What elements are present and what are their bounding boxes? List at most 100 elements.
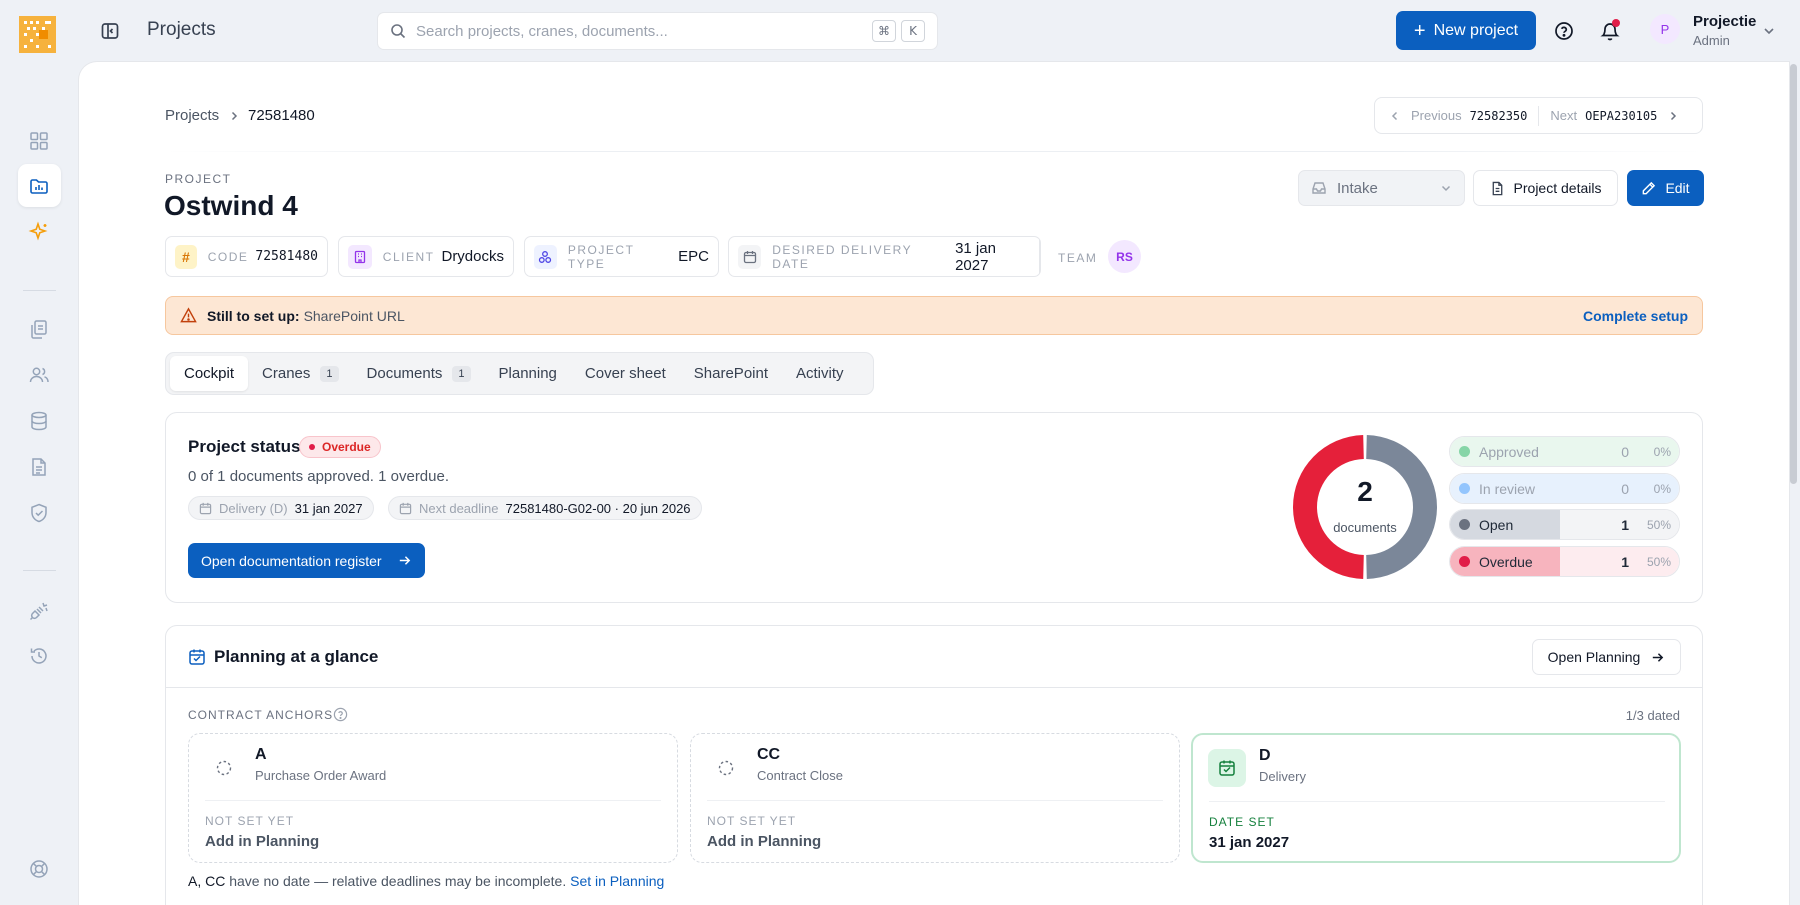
anchor-code: A (255, 746, 267, 763)
help-circle-icon[interactable] (333, 707, 348, 722)
shortcut-key-cmd: ⌘ (872, 20, 896, 42)
documents-stack-icon[interactable] (28, 318, 50, 340)
alert-title: Still to set up: (207, 307, 300, 324)
meta-code-label: CODE (207, 249, 249, 264)
next-deadline-chip: Next deadline 72581480-G02-00 · 20 jun 2… (388, 496, 702, 520)
meta-project-type: PROJECT TYPE EPC (524, 236, 719, 277)
history-icon[interactable] (28, 645, 50, 667)
scrollbar[interactable] (1790, 64, 1797, 484)
legend-percent: 0% (1653, 481, 1671, 496)
chevron-left-icon (1391, 111, 1398, 120)
tab-activity[interactable]: Activity (782, 356, 858, 391)
anchors-dated-count: 1/3 dated (1625, 708, 1680, 723)
team-member-avatar[interactable]: RS (1108, 240, 1141, 273)
tab-cover-sheet[interactable]: Cover sheet (571, 356, 680, 391)
tab-cockpit[interactable]: Cockpit (170, 356, 249, 391)
anchor-card-d[interactable]: D Delivery DATE SET 31 jan 2027 (1191, 733, 1681, 863)
calendar-icon (738, 244, 762, 269)
edit-label: Edit (1665, 180, 1690, 196)
anchor-name: Purchase Order Award (255, 768, 387, 783)
legend-row-overdue[interactable]: Overdue 1 50% (1449, 546, 1680, 577)
open-documentation-register-button[interactable]: Open documentation register (188, 543, 425, 578)
sidebar-toggle-icon[interactable] (100, 21, 120, 41)
project-details-label: Project details (1513, 180, 1602, 196)
delivery-chip-value: 31 jan 2027 (294, 500, 363, 516)
next-project-link[interactable]: Next OEPA230105 (1550, 108, 1679, 123)
search-icon (391, 24, 406, 39)
legend-row-open[interactable]: Open 1 50% (1449, 509, 1680, 540)
tab-count-badge: 1 (452, 365, 471, 382)
project-details-button[interactable]: Project details (1473, 170, 1618, 206)
new-project-button[interactable]: + New project (1396, 11, 1536, 50)
help-icon[interactable] (1554, 21, 1574, 41)
new-project-label: New project (1433, 21, 1519, 39)
document-icon (1492, 181, 1502, 195)
inbox-icon (1312, 182, 1326, 194)
legend-dot (1459, 483, 1470, 494)
donut-total: 2 (1357, 476, 1373, 507)
chevron-down-icon[interactable] (1762, 24, 1776, 38)
project-name: Ostwind 4 (164, 190, 298, 221)
projects-folder-icon[interactable] (28, 175, 50, 197)
complete-setup-link[interactable]: Complete setup (1583, 308, 1688, 324)
anchor-code: D (1259, 747, 1271, 764)
overdue-badge-label: Overdue (322, 440, 371, 454)
legend-name: In review (1479, 480, 1536, 497)
plus-icon: + (1413, 19, 1426, 42)
meta-type-label: PROJECT TYPE (567, 242, 635, 271)
contract-anchors-label: CONTRACT ANCHORS (188, 708, 334, 722)
status-dot (309, 444, 315, 450)
anchor-card-cc[interactable]: CC Contract Close NOT SET YET Add in Pla… (690, 733, 1180, 863)
alert-text: SharePoint URL (303, 307, 405, 324)
dashed-circle-icon (707, 749, 745, 787)
project-eyebrow: PROJECT (165, 172, 232, 186)
building-icon (348, 244, 372, 269)
tab-label: Documents (366, 365, 443, 382)
planning-note: A, CC have no date — relative deadlines … (188, 873, 664, 889)
file-text-icon[interactable] (28, 456, 50, 478)
tab-documents[interactable]: Documents 1 (353, 356, 485, 391)
anchor-divider (707, 800, 1163, 801)
project-status-select[interactable]: Intake (1298, 170, 1465, 206)
plug-icon[interactable] (28, 600, 50, 622)
user-avatar[interactable]: P (1650, 14, 1680, 44)
edit-button[interactable]: Edit (1627, 170, 1704, 206)
legend-dot (1459, 556, 1470, 567)
shield-check-icon[interactable] (28, 502, 50, 524)
status-summary: 0 of 1 documents approved. 1 overdue. (188, 468, 450, 485)
shortcut-key-k: K (901, 20, 925, 42)
planning-title: Planning at a glance (214, 647, 379, 666)
delivery-chip-label: Delivery (D) (219, 500, 288, 516)
set-in-planning-link[interactable]: Set in Planning (570, 873, 664, 889)
calendar-check-icon (1208, 749, 1246, 787)
tab-cranes[interactable]: Cranes 1 (248, 356, 352, 391)
user-name[interactable]: Projectie (1693, 13, 1756, 30)
legend-row-in-review[interactable]: In review 0 0% (1449, 473, 1680, 504)
anchor-value[interactable]: Add in Planning (707, 833, 821, 850)
breadcrumb-projects[interactable]: Projects (165, 107, 219, 124)
sparkle-icon[interactable] (28, 221, 50, 243)
legend-row-approved[interactable]: Approved 0 0% (1449, 436, 1680, 467)
next-deadline-value: 72581480-G02-00 · 20 jun 2026 (505, 500, 691, 516)
tab-sharepoint[interactable]: SharePoint (680, 356, 782, 391)
next-label: Next (1550, 108, 1578, 123)
anchor-card-a[interactable]: A Purchase Order Award NOT SET YET Add i… (188, 733, 678, 863)
project-status-value: Intake (1337, 179, 1378, 197)
project-tabs: Cockpit Cranes 1 Documents 1 Planning Cove… (165, 352, 874, 395)
meta-client-label: CLIENT (382, 249, 435, 264)
database-icon[interactable] (28, 410, 50, 432)
previous-label: Previous (1411, 108, 1462, 123)
users-icon[interactable] (28, 364, 50, 386)
rail-divider (23, 570, 56, 571)
dashboard-grid-icon[interactable] (28, 130, 50, 152)
open-planning-button[interactable]: Open Planning (1532, 639, 1681, 675)
tab-planning[interactable]: Planning (485, 356, 571, 391)
previous-project-link[interactable]: Previous 72582350 (1375, 108, 1527, 123)
search-input[interactable]: Search projects, cranes, documents... ⌘ … (377, 12, 938, 50)
chevron-down-icon (1441, 185, 1451, 192)
anchor-value[interactable]: Add in Planning (205, 833, 319, 850)
legend-name: Approved (1479, 443, 1539, 460)
app-logo[interactable] (19, 16, 56, 53)
support-lifebuoy-icon[interactable] (28, 858, 50, 880)
arrow-right-icon (399, 556, 411, 565)
